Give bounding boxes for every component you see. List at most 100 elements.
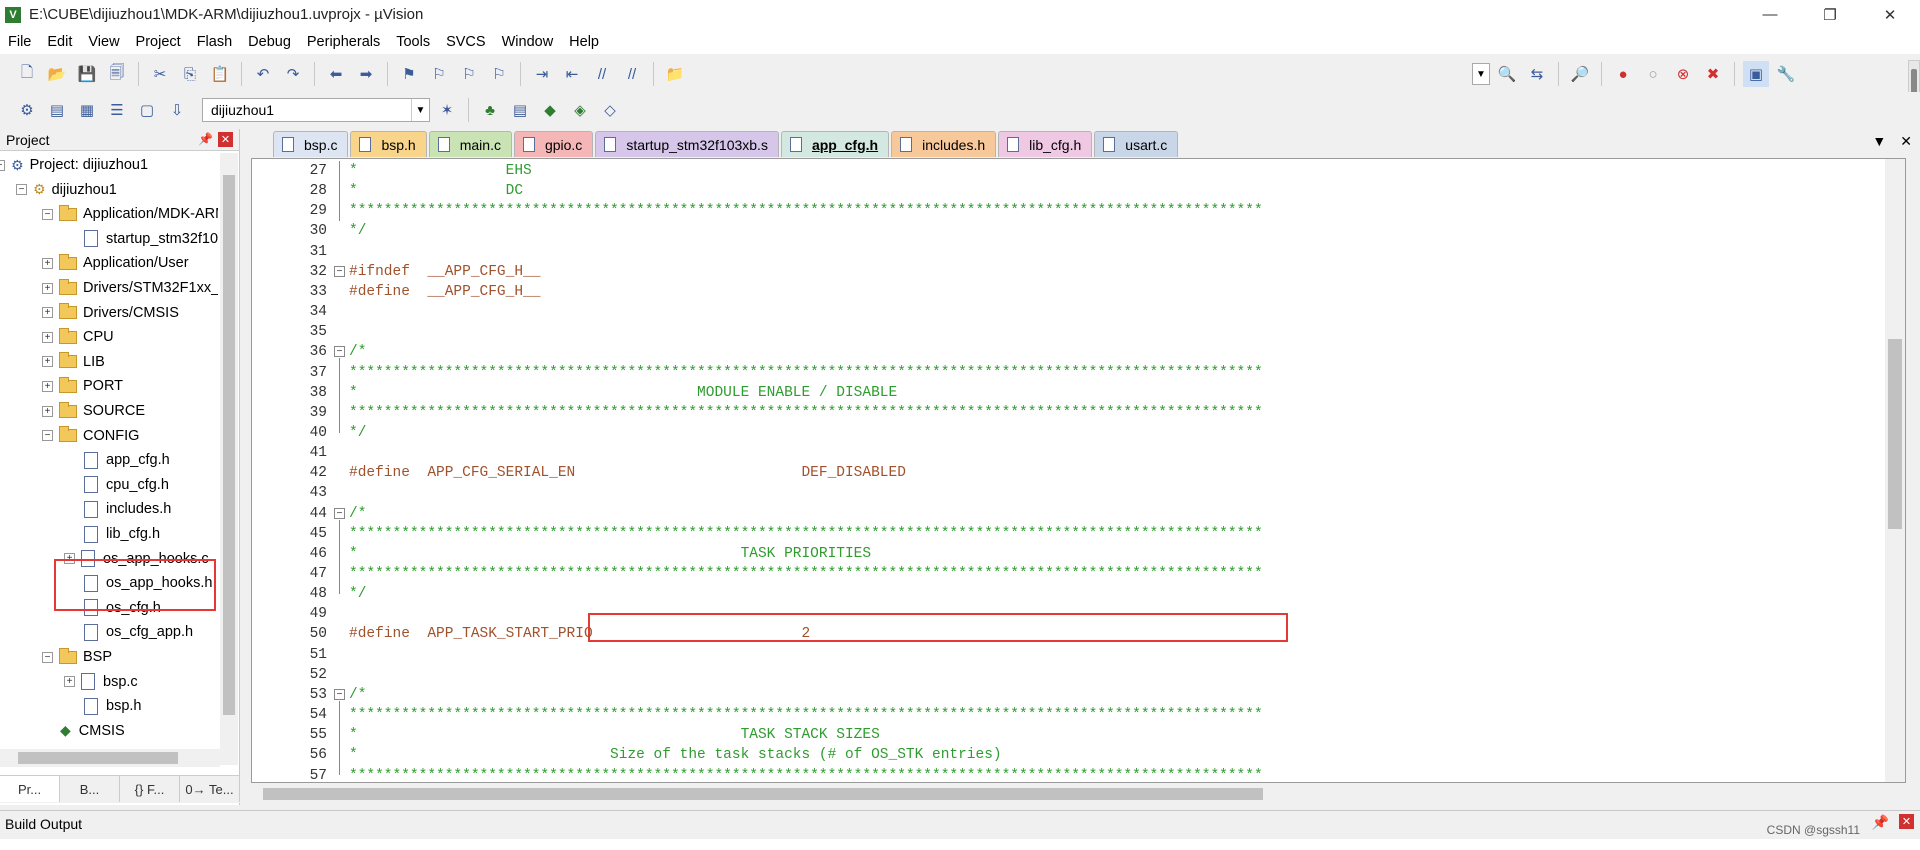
file-tab[interactable]: usart.c [1094,131,1179,157]
prev-bookmark-icon[interactable]: ⚐ [426,61,452,87]
undo-icon[interactable]: ↶ [250,61,276,87]
file-tab[interactable]: app_cfg.h [780,131,890,157]
breakpoint-icon[interactable]: ● [1610,61,1636,87]
tree-item[interactable]: −⚙ Project: dijiuzhou1 [0,153,148,177]
fold-collapse-icon[interactable]: − [334,265,345,277]
menu-view[interactable]: View [80,34,127,50]
menu-peripherals[interactable]: Peripherals [299,34,388,50]
menu-edit[interactable]: Edit [39,34,80,50]
pack-installer-icon[interactable]: ◈ [567,97,593,123]
tree-item[interactable]: − ⚙ dijiuzhou1 [16,178,117,202]
collapse-icon[interactable]: − [0,159,5,171]
tree-item[interactable]: + PORT [42,374,123,398]
configure-icon[interactable]: 🔧 [1773,61,1799,87]
tree-item[interactable]: − Application/MDK-ARM [42,202,218,226]
clear-bookmarks-icon[interactable]: ⚐ [486,61,512,87]
debug-session-icon[interactable]: 🔎 [1567,61,1593,87]
menu-flash[interactable]: Flash [189,34,240,50]
tab-books[interactable]: B... [60,776,120,802]
tree-item[interactable]: + SOURCE [42,399,145,423]
tree-item[interactable]: os_cfg_app.h [84,620,193,644]
file-tab[interactable]: includes.h [891,131,997,157]
tab-functions[interactable]: {} F... [120,776,180,802]
menu-svcs[interactable]: SVCS [438,34,494,50]
collapse-icon[interactable]: − [42,651,53,663]
collapse-icon[interactable]: − [16,184,27,196]
expand-icon[interactable]: + [42,331,53,343]
cut-icon[interactable]: ✂ [147,61,173,87]
nav-back-icon[interactable]: ⬅ [323,61,349,87]
tab-templates[interactable]: 0→ Te... [180,776,240,802]
fold-collapse-icon[interactable]: − [334,507,345,519]
stop-build-icon[interactable]: ▢ [134,97,160,123]
download-icon[interactable]: ⇩ [164,97,190,123]
project-tree-vscroll[interactable] [220,153,238,765]
tree-item[interactable]: includes.h [84,497,171,521]
batch-build-icon[interactable]: ☰ [104,97,130,123]
tree-item[interactable]: + Application/User [42,251,189,275]
collapse-icon[interactable]: − [42,430,53,442]
tree-item[interactable]: cpu_cfg.h [84,473,169,497]
close-window-button[interactable]: ✕ [1860,0,1920,29]
menu-file[interactable]: File [0,34,39,50]
menu-project[interactable]: Project [128,34,189,50]
incremental-find-icon[interactable]: ⇆ [1524,61,1550,87]
file-tab[interactable]: gpio.c [513,131,594,157]
expand-icon[interactable]: + [42,307,53,319]
expand-icon[interactable]: + [42,356,53,368]
unindent-icon[interactable]: ⇤ [559,61,585,87]
file-extensions-icon[interactable]: ▤ [507,97,533,123]
code-editor[interactable]: 27 * EHS 28 * DC 29 *************************… [251,158,1906,783]
menu-help[interactable]: Help [561,34,607,50]
tree-item[interactable]: ◆ CMSIS [60,719,125,743]
find-dropdown[interactable]: ▼ [1472,63,1490,85]
expand-icon[interactable]: + [42,257,53,269]
uncomment-icon[interactable]: // [619,61,645,87]
tree-item[interactable]: app_cfg.h [84,448,170,472]
copy-icon[interactable]: ⎘ [177,61,203,87]
close-tab-icon[interactable]: ✕ [1900,133,1912,150]
expand-icon[interactable]: + [42,380,53,392]
tree-item[interactable]: lib_cfg.h [84,522,160,546]
file-tab[interactable]: bsp.c [273,131,349,157]
select-packs-icon[interactable]: ◇ [597,97,623,123]
file-tab[interactable]: main.c [428,131,512,157]
redo-icon[interactable]: ↷ [280,61,306,87]
bookmark-icon[interactable]: ⚑ [396,61,422,87]
expand-icon[interactable]: + [64,676,75,688]
indent-icon[interactable]: ⇥ [529,61,555,87]
tree-item[interactable]: + bsp.c [64,670,138,694]
find-in-files-icon[interactable]: 📁 [662,61,688,87]
pin-icon[interactable]: 📌 [198,132,213,146]
save-icon[interactable]: 💾 [74,61,100,87]
comment-icon[interactable]: // [589,61,615,87]
target-select[interactable]: dijiuzhou1 ▼ [202,98,430,122]
paste-icon[interactable]: 📋 [207,61,233,87]
menu-debug[interactable]: Debug [240,34,299,50]
file-tab[interactable]: lib_cfg.h [998,131,1093,157]
expand-icon[interactable]: + [42,282,53,294]
file-tab[interactable]: bsp.h [350,131,427,157]
pin-icon[interactable]: 📌 [1872,814,1889,831]
tree-item[interactable]: bsp.h [84,694,141,718]
close-icon[interactable]: ✕ [1899,814,1914,829]
disable-all-breakpoints-icon[interactable]: ⊗ [1670,61,1696,87]
run-time-env-icon[interactable]: ◆ [537,97,563,123]
manage-components-icon[interactable]: ♣ [477,97,503,123]
tree-item[interactable]: − CONFIG [42,424,139,448]
disable-breakpoint-icon[interactable]: ○ [1640,61,1666,87]
expand-icon[interactable]: + [42,405,53,417]
tree-item[interactable]: + CPU [42,325,114,349]
find-icon[interactable]: 🔍 [1494,61,1520,87]
restore-button[interactable]: ❐ [1800,0,1860,29]
file-tab[interactable]: startup_stm32f103xb.s [595,131,779,157]
window-layout-icon[interactable]: ▣ [1743,61,1769,87]
rebuild-icon[interactable]: ▦ [74,97,100,123]
nav-forward-icon[interactable]: ➡ [353,61,379,87]
next-bookmark-icon[interactable]: ⚐ [456,61,482,87]
tab-project[interactable]: Pr... [0,776,60,802]
target-options-icon[interactable]: ✶ [434,97,460,123]
tree-item[interactable]: − BSP [42,645,112,669]
save-all-icon[interactable]: 🗐 [104,61,130,87]
tree-item[interactable]: startup_stm32f103xb.s [84,227,218,251]
